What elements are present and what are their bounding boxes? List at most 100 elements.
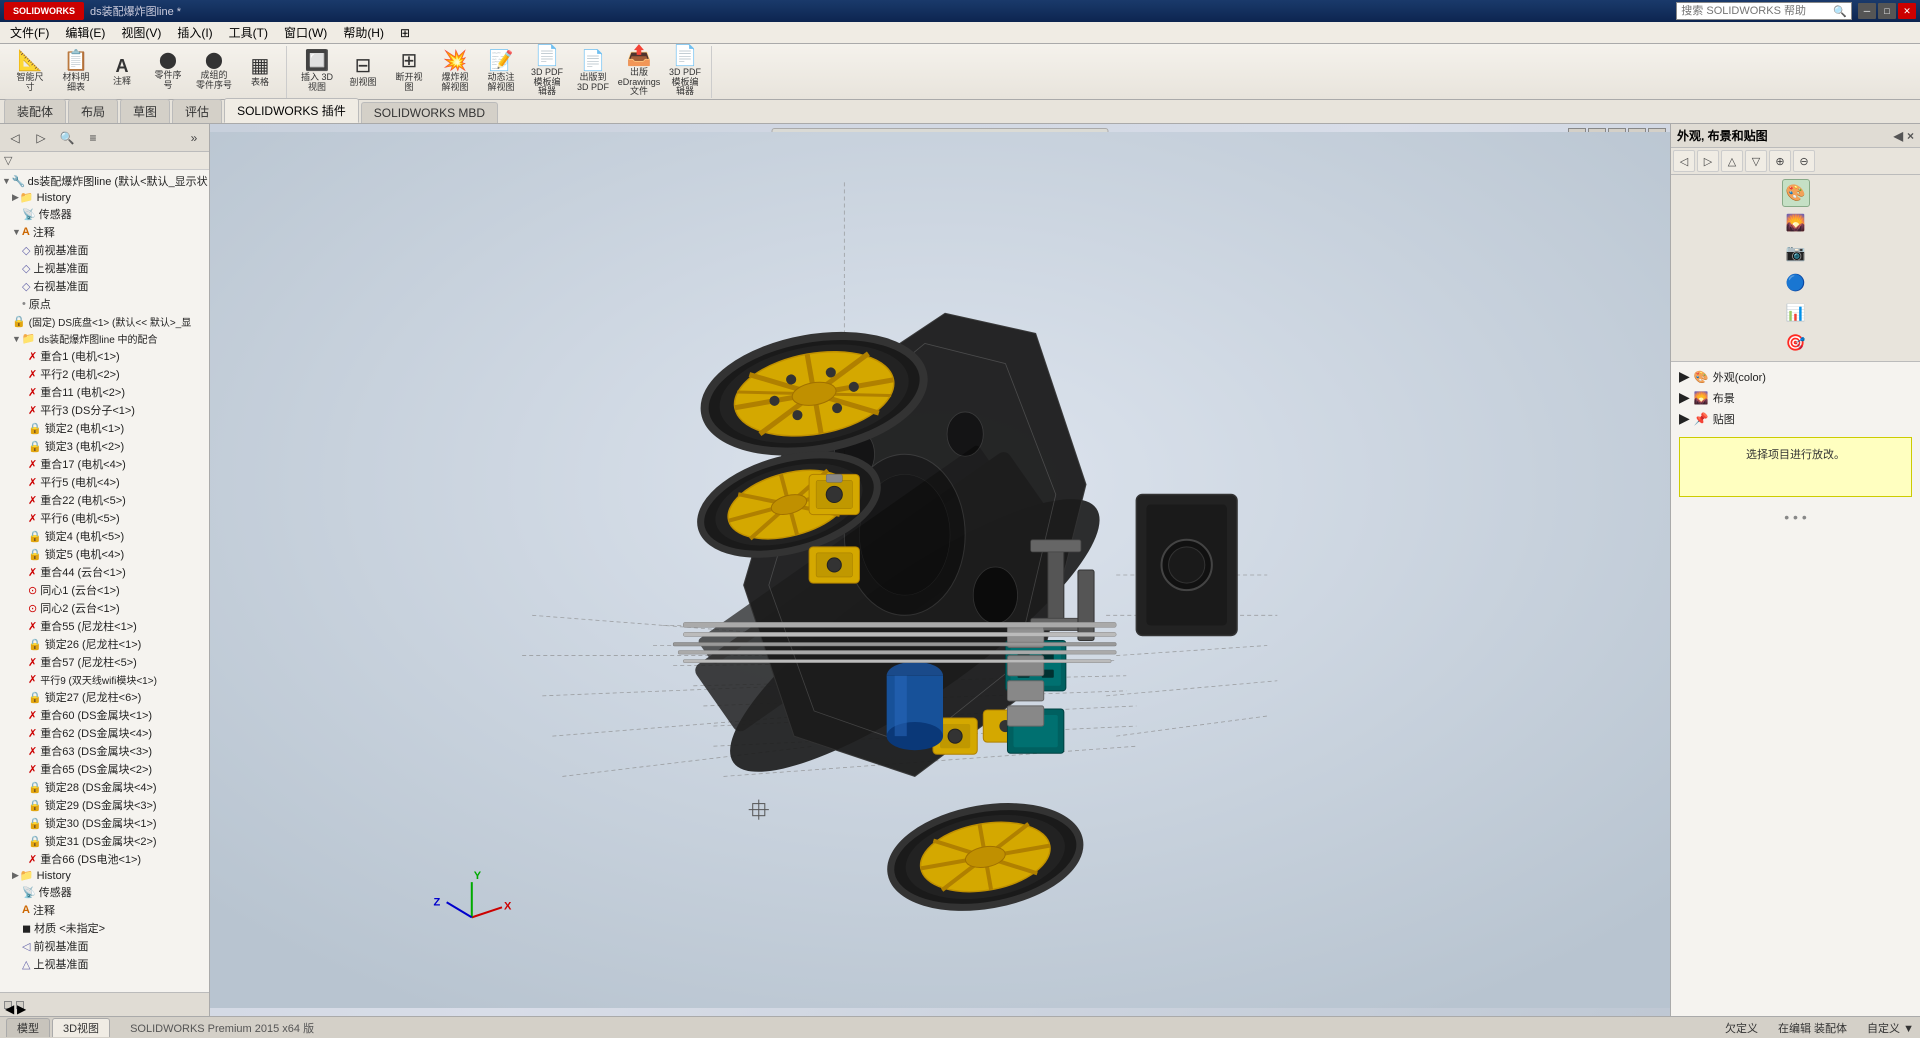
scroll-left-btn[interactable]: ◀ — [4, 1001, 12, 1009]
menu-insert[interactable]: 插入(I) — [169, 22, 220, 43]
mate-locked29[interactable]: 🔒 锁定29 (DS金属块<3>) — [0, 796, 209, 814]
tree-sensors[interactable]: 📡 传感器 — [0, 205, 209, 223]
tb-bom[interactable]: 📋 材料明细表 — [54, 48, 98, 96]
tree-sensors2[interactable]: 📡 传感器 — [0, 883, 209, 901]
mate-concentric2[interactable]: ⊙ 同心2 (云台<1>) — [0, 599, 209, 617]
mates-expand[interactable]: ▼ — [12, 334, 21, 344]
mate-locked27[interactable]: 🔒 锁定27 (尼龙柱<6>) — [0, 688, 209, 706]
menu-file[interactable]: 文件(F) — [2, 22, 57, 43]
panel-forward-btn[interactable]: ▷ — [30, 127, 52, 149]
panel-search-btn[interactable]: 🔍 — [56, 127, 78, 149]
tree-history-1[interactable]: ▶ 📁 History — [0, 190, 209, 205]
tree-origin[interactable]: • 原点 — [0, 295, 209, 313]
close-btn[interactable]: ✕ — [1898, 3, 1916, 19]
mate-coincident44[interactable]: ✗ 重合44 (云台<1>) — [0, 563, 209, 581]
tb-broken-view[interactable]: ⊞ 断开视图 — [387, 48, 431, 96]
mate-coincident55[interactable]: ✗ 重合55 (尼龙柱<1>) — [0, 617, 209, 635]
rp-up-btn[interactable]: △ — [1721, 150, 1743, 172]
tree-material[interactable]: ◼ 材质 <未指定> — [0, 919, 209, 937]
mate-parallel6[interactable]: ✗ 平行6 (电机<5>) — [0, 509, 209, 527]
tb-3dpdf-template[interactable]: 📄 3D PDF模板编辑器 — [525, 48, 569, 96]
tree-top-plane[interactable]: ◇ 上视基准面 — [0, 259, 209, 277]
tab-assembly[interactable]: 装配体 — [4, 99, 66, 123]
tree-front-plane[interactable]: ◇ 前视基准面 — [0, 241, 209, 259]
mate-coincident63[interactable]: ✗ 重合63 (DS金属块<3>) — [0, 742, 209, 760]
mate-parallel5[interactable]: ✗ 平行5 (电机<4>) — [0, 473, 209, 491]
tab-evaluate[interactable]: 评估 — [172, 99, 222, 123]
mate-coincident65[interactable]: ✗ 重合65 (DS金属块<2>) — [0, 760, 209, 778]
rp-appearance-icon[interactable]: 🎨 — [1782, 179, 1810, 207]
mate-locked2[interactable]: 🔒 锁定2 (电机<1>) — [0, 419, 209, 437]
menu-view[interactable]: 视图(V) — [113, 22, 169, 43]
mate-locked4[interactable]: 🔒 锁定4 (电机<5>) — [0, 527, 209, 545]
tree-history-2[interactable]: ▶ 📁 History — [0, 868, 209, 883]
tb-section-view[interactable]: ⊟ 剖视图 — [341, 48, 385, 96]
feature-tree[interactable]: ▼ 🔧 ds装配爆炸图line (默认<默认_显示状 ▶ 📁 History 📡… — [0, 170, 209, 992]
tb-publish-3dpdf[interactable]: 📄 出版到3D PDF — [571, 48, 615, 96]
history2-expand[interactable]: ▶ — [12, 870, 19, 881]
mate-coincident62[interactable]: ✗ 重合62 (DS金属块<4>) — [0, 724, 209, 742]
mate-locked31[interactable]: 🔒 锁定31 (DS金属块<2>) — [0, 832, 209, 850]
tb-smart-dimension[interactable]: 📐 智能尺寸 — [8, 48, 52, 96]
rp-color-icon[interactable]: 🔵 — [1782, 269, 1810, 297]
panel-more-btn[interactable]: » — [183, 127, 205, 149]
rp-section-appearance[interactable]: ▶ 🎨 外观(color) — [1675, 366, 1916, 387]
rp-expand-btn[interactable]: × — [1907, 129, 1914, 143]
mate-coincident22[interactable]: ✗ 重合22 (电机<5>) — [0, 491, 209, 509]
tb-balloon[interactable]: ⬤ 零件序号 — [146, 48, 190, 96]
rp-section-scene[interactable]: ▶ 🌄 布景 — [1675, 387, 1916, 408]
maximize-btn[interactable]: □ — [1878, 3, 1896, 19]
rp-remove-btn[interactable]: ⊖ — [1793, 150, 1815, 172]
minimize-btn[interactable]: ─ — [1858, 3, 1876, 19]
mate-concentric1[interactable]: ⊙ 同心1 (云台<1>) — [0, 581, 209, 599]
mate-coincident66[interactable]: ✗ 重合66 (DS电池<1>) — [0, 850, 209, 868]
rp-collapse-btn[interactable]: ◀ — [1894, 129, 1903, 143]
tb-3dpdf-editor2[interactable]: 📄 3D PDF模板编辑器 — [663, 48, 707, 96]
mate-locked30[interactable]: 🔒 锁定30 (DS金属块<1>) — [0, 814, 209, 832]
rp-section-decal[interactable]: ▶ 📌 贴图 — [1675, 408, 1916, 429]
tb-explode-view[interactable]: 💥 爆炸视解视图 — [433, 48, 477, 96]
root-expand[interactable]: ▼ — [2, 176, 11, 186]
tree-top-plane2[interactable]: △ 上视基准面 — [0, 955, 209, 973]
history1-expand[interactable]: ▶ — [12, 192, 19, 203]
tb-dynamic-annotation[interactable]: 📝 动态注解视图 — [479, 48, 523, 96]
menu-extra[interactable]: ⊞ — [392, 24, 418, 42]
rp-back-btn[interactable]: ◁ — [1673, 150, 1695, 172]
menu-help[interactable]: 帮助(H) — [335, 22, 392, 43]
tab-sw-mbd[interactable]: SOLIDWORKS MBD — [361, 102, 498, 123]
search-input[interactable] — [1681, 5, 1831, 17]
rp-chart-icon[interactable]: 📊 — [1782, 299, 1810, 327]
tb-annotation[interactable]: A 注释 — [100, 48, 144, 96]
tree-root[interactable]: ▼ 🔧 ds装配爆炸图line (默认<默认_显示状 — [0, 172, 209, 190]
mate-coincident1[interactable]: ✗ 重合1 (电机<1>) — [0, 347, 209, 365]
rp-forward-btn[interactable]: ▷ — [1697, 150, 1719, 172]
tree-mates[interactable]: ▼ 📁 ds装配爆炸图line 中的配合 — [0, 330, 209, 347]
annot-expand[interactable]: ▼ — [12, 227, 21, 237]
tree-annotation2[interactable]: A 注释 — [0, 901, 209, 919]
menu-window[interactable]: 窗口(W) — [276, 22, 335, 43]
tree-front-plane2[interactable]: ◁ 前视基准面 — [0, 937, 209, 955]
mate-locked3[interactable]: 🔒 锁定3 (电机<2>) — [0, 437, 209, 455]
tree-chassis[interactable]: 🔒 (固定) DS底盘<1> (默认<< 默认>_显 — [0, 313, 209, 330]
panel-back-btn[interactable]: ◁ — [4, 127, 26, 149]
mate-locked26[interactable]: 🔒 锁定26 (尼龙柱<1>) — [0, 635, 209, 653]
tree-annotation[interactable]: ▼ A 注释 — [0, 223, 209, 241]
mate-parallel9[interactable]: ✗ 平行9 (双天线wifi模块<1>) — [0, 671, 209, 688]
scroll-right-btn[interactable]: ▶ — [16, 1001, 24, 1009]
mate-coincident60[interactable]: ✗ 重合60 (DS金属块<1>) — [0, 706, 209, 724]
menu-tools[interactable]: 工具(T) — [221, 22, 276, 43]
tree-right-plane[interactable]: ◇ 右视基准面 — [0, 277, 209, 295]
tb-auto-balloon[interactable]: ⬤ 成组的零件序号 — [192, 48, 236, 96]
panel-expand-btn[interactable]: ≡ — [82, 127, 104, 149]
mate-parallel2[interactable]: ✗ 平行2 (电机<2>) — [0, 365, 209, 383]
mate-coincident17[interactable]: ✗ 重合17 (电机<4>) — [0, 455, 209, 473]
mate-coincident57[interactable]: ✗ 重合57 (尼龙柱<5>) — [0, 653, 209, 671]
rp-add-btn[interactable]: ⊕ — [1769, 150, 1791, 172]
viewport[interactable]: 🔍 ⊖ ⊞ 🔲 ⟳ ✋ ▦ ◉ 💡 🎨 🌄 📷 ⚙ ▭ ▯ □ ⊞ ✕ — [210, 124, 1670, 1016]
rp-scene-icon[interactable]: 🌄 — [1782, 209, 1810, 237]
rp-decal-icon[interactable]: 📷 — [1782, 239, 1810, 267]
sb-tab-model[interactable]: 模型 — [6, 1018, 50, 1037]
mate-parallel3[interactable]: ✗ 平行3 (DS分子<1>) — [0, 401, 209, 419]
tb-publish-edrawings[interactable]: 📤 出版eDrawings文件 — [617, 48, 661, 96]
tb-table[interactable]: ▦ 表格 — [238, 48, 282, 96]
